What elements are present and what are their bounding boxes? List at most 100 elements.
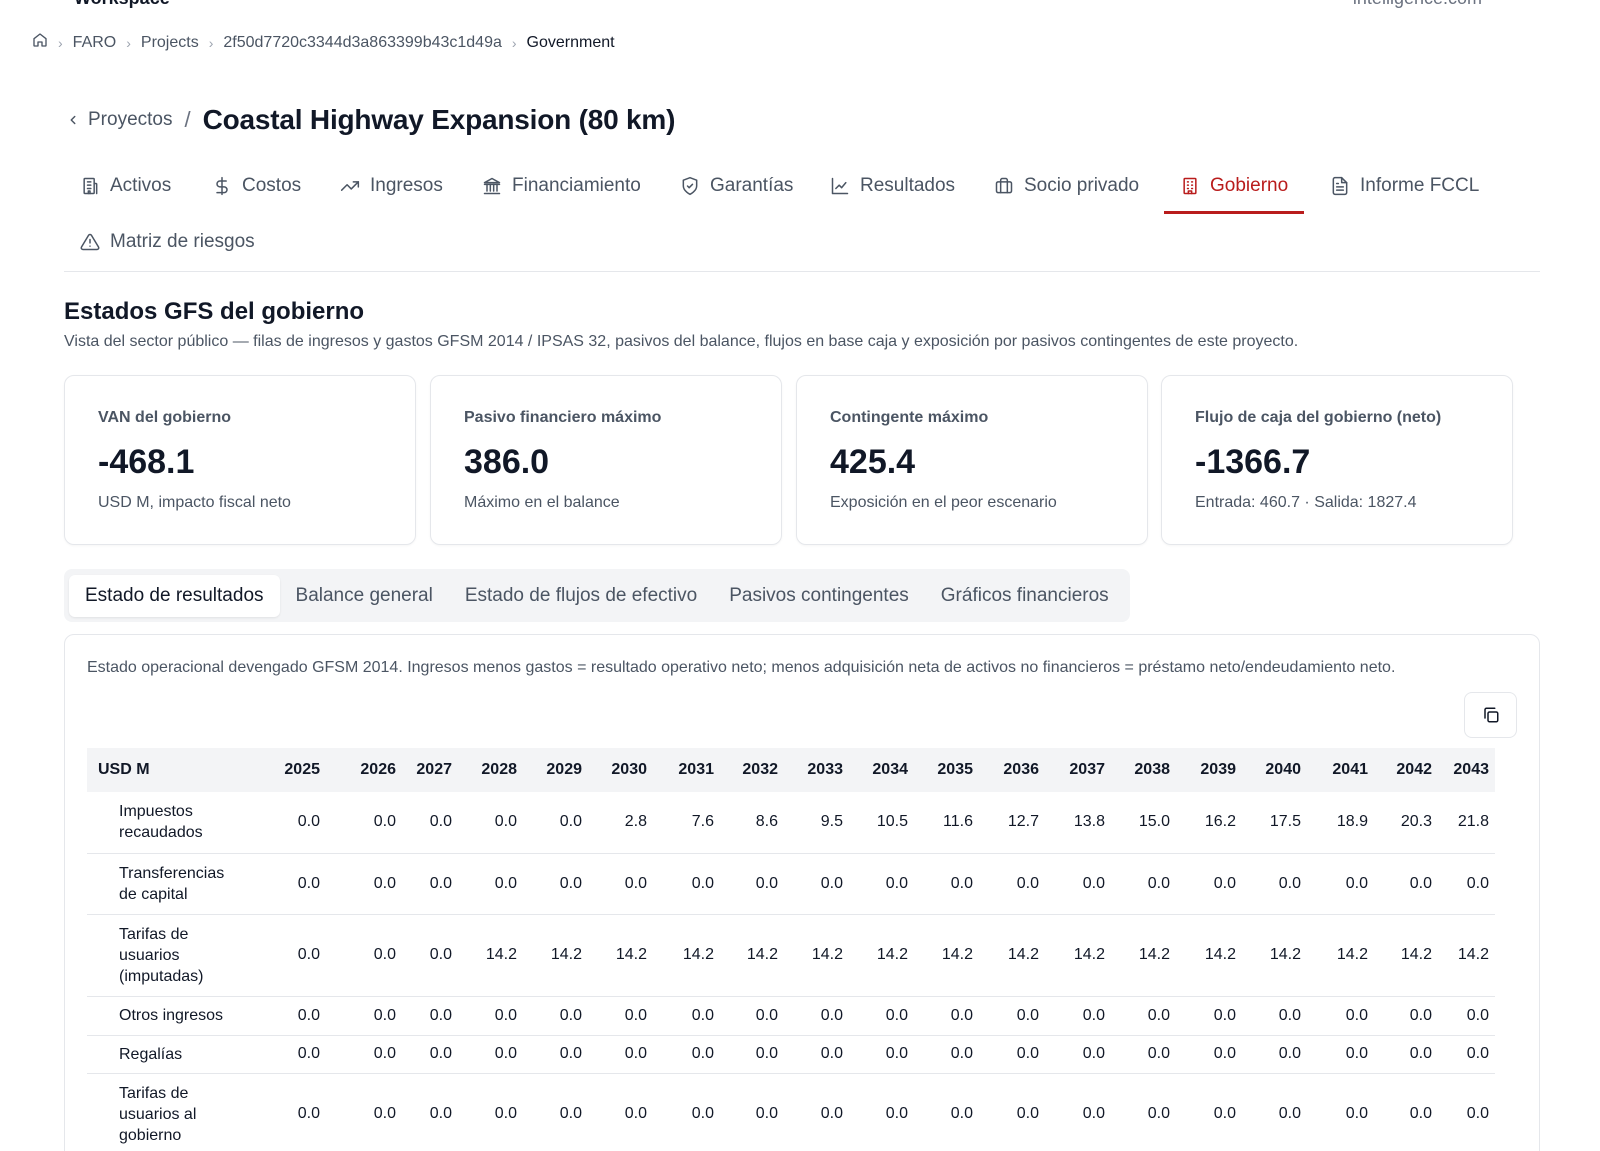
tab-financiamiento[interactable]: Financiamiento [466,158,657,214]
table-cell: 0.0 [849,1035,914,1074]
tab-matriz-de-riesgos[interactable]: Matriz de riesgos [64,214,271,270]
table-cell: 14.2 [1111,914,1176,997]
table-cell: 0.0 [251,914,326,997]
table-cell: 0.0 [251,1073,326,1151]
table-cell: 0.0 [458,792,523,854]
chevron-right-icon: › [511,34,517,51]
tab-socio-privado[interactable]: Socio privado [978,158,1155,214]
table-cell: 0.0 [458,996,523,1036]
table-cell: 7.6 [653,792,720,854]
breadcrumb-item-projects[interactable]: Projects [141,34,199,52]
column-header-year: 2028 [458,748,523,792]
table-cell: 0.0 [1176,853,1242,915]
column-header-year: 2032 [720,748,784,792]
table-cell: 0.0 [588,996,653,1036]
tab-activos[interactable]: Activos [64,158,187,214]
tab-ingresos[interactable]: Ingresos [324,158,459,214]
row-label: Tarifas de usuarios (imputadas) [87,914,251,997]
table-cell: 0.0 [1438,1035,1495,1074]
table-cell: 0.0 [458,1073,523,1151]
row-label: Impuestos recaudados [87,792,251,854]
tab-gobierno[interactable]: Gobierno [1164,158,1305,214]
table-cell: 0.0 [1045,1035,1111,1074]
subtab-pasivos-contingentes[interactable]: Pasivos contingentes [713,575,925,617]
section-title: Estados GFS del gobierno [64,298,365,325]
table-cell: 14.2 [784,914,849,997]
row-label: Otros ingresos [87,996,251,1036]
table-cell: 0.0 [979,996,1045,1036]
account-domain: intelligence.com [1353,0,1482,9]
table-cell: 0.0 [326,996,402,1036]
breadcrumb-item-project-id[interactable]: 2f50d7720c3344d3a863399b43c1d49a [223,34,502,52]
tab-label: Resultados [860,175,956,196]
table-cell: 2.8 [588,792,653,854]
tab-costos[interactable]: Costos [196,158,317,214]
table-cell: 11.6 [914,792,979,854]
table-row: Impuestos recaudados 0.0 0.0 0.0 0.0 0.0 2.8 7.… [87,792,1495,854]
kpi-subtext: Máximo en el balance [464,494,620,511]
table-cell: 0.0 [979,853,1045,915]
kpi-value: -468.1 [98,443,195,481]
table-cell: 14.2 [1438,914,1495,997]
column-header-year: 2038 [1111,748,1176,792]
trending-up-icon [340,181,360,191]
subtab-balance-general[interactable]: Balance general [280,575,449,617]
table-cell: 0.0 [1374,853,1438,915]
column-header-year: 2035 [914,748,979,792]
table-cell: 18.9 [1307,792,1374,854]
kpi-card-contingente: Contingente máximo 425.4 Exposición en e… [796,375,1148,545]
table-cell: 14.2 [653,914,720,997]
table-cell: 20.3 [1374,792,1438,854]
column-header-unit: USD M [87,748,251,792]
column-header-year: 2037 [1045,748,1111,792]
tab-label: Garantías [710,175,794,196]
breadcrumb-item-faro[interactable]: FARO [73,34,117,52]
dollar-icon [216,176,228,196]
column-header-year: 2025 [251,748,326,792]
file-icon [1332,176,1348,196]
home-icon[interactable] [32,32,48,53]
kpi-value: -1366.7 [1195,443,1311,481]
table-cell: 0.0 [402,853,458,915]
main-tabs: Activos Costos Ingresos Financiamiento G… [64,158,1540,272]
subtab-graficos-financieros[interactable]: Gráficos financieros [925,575,1125,617]
shield-icon [682,176,698,196]
tab-label: Gobierno [1210,175,1289,196]
copy-button[interactable] [1464,692,1517,738]
table-cell: 0.0 [1176,1073,1242,1151]
table-cell: 14.2 [914,914,979,997]
tab-informe-fccl[interactable]: Informe FCCL [1314,158,1495,214]
table-cell: 0.0 [914,1035,979,1074]
table-cell: 0.0 [849,996,914,1036]
table-cell: 14.2 [588,914,653,997]
table-cell: 0.0 [653,1073,720,1151]
table-cell: 0.0 [1374,1073,1438,1151]
table-scroll[interactable]: USD M 2025 2026 2027 2028 2029 2030 2031 2032 20… [87,748,1539,1151]
table-cell: 0.0 [326,853,402,915]
table-cell: 0.0 [1045,1073,1111,1151]
column-header-year: 2029 [523,748,588,792]
tab-garantias[interactable]: Garantías [664,158,809,214]
table-cell: 14.2 [1242,914,1307,997]
kpi-value: 386.0 [464,443,550,481]
tab-resultados[interactable]: Resultados [814,158,971,214]
back-to-projects-link[interactable]: Proyectos [66,109,172,131]
table-header-row: USD M 2025 2026 2027 2028 2029 2030 2031 2032 20… [87,748,1495,792]
table-cell: 14.2 [458,914,523,997]
workspace-label: Workspace [74,0,170,9]
copy-icon [1483,707,1498,723]
subtab-flujos-de-efectivo[interactable]: Estado de flujos de efectivo [449,575,713,617]
table-cell: 0.0 [1111,996,1176,1036]
subtab-estado-de-resultados[interactable]: Estado de resultados [69,574,280,617]
table-row: Tarifas de usuarios (imputadas) 0.0 0.0 0.0… [87,914,1495,997]
row-label: Tarifas de usuarios al gobierno [87,1073,251,1151]
table-cell: 12.7 [979,792,1045,854]
breadcrumb: › FARO › Projects › 2f50d7720c3344d3a863… [32,32,615,53]
table-body: Impuestos recaudados 0.0 0.0 0.0 0.0 0.0 2.8 7.… [87,792,1495,1151]
table-cell: 0.0 [979,1035,1045,1074]
table-cell: 0.0 [458,1035,523,1074]
table-cell: 14.2 [1374,914,1438,997]
table-cell: 0.0 [523,792,588,854]
kpi-value: 425.4 [830,443,916,481]
page-header: Proyectos / Coastal Highway Expansion (8… [66,104,675,136]
